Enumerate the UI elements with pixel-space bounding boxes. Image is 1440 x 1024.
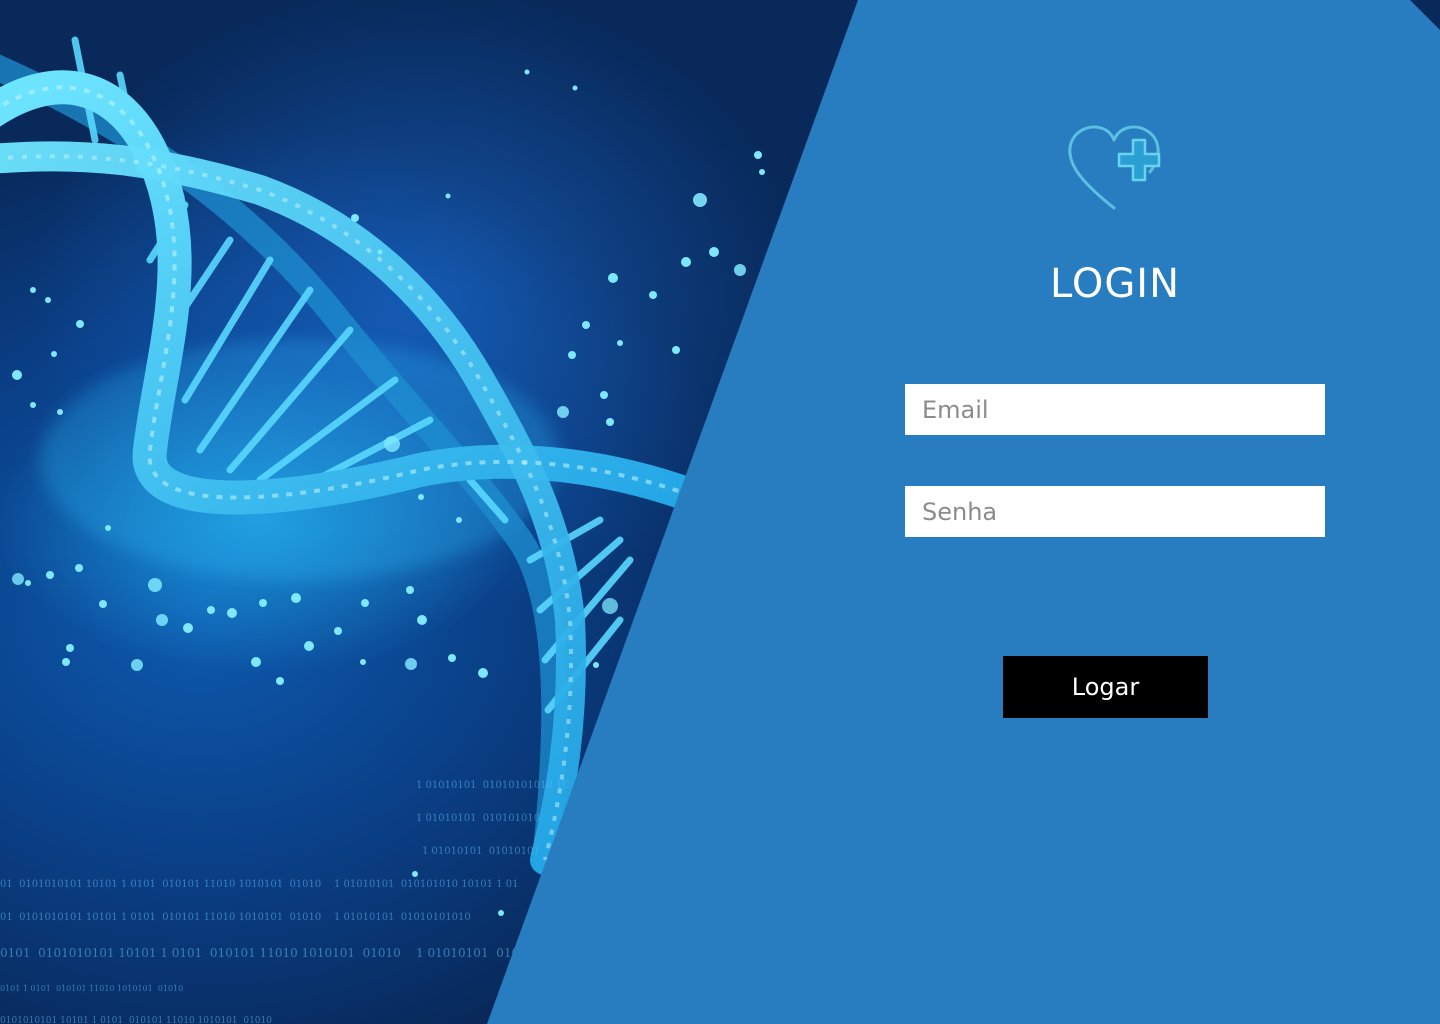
binary-line: 1 01010101 010101010 <box>416 813 541 824</box>
login-page: 1 01010101 01010101010 1C 1 01010101 010… <box>0 0 1440 1024</box>
binary-line: 1 01010101 01010101010 1C <box>416 780 570 791</box>
binary-line: 0101010101 10101 1 0101 010101 11010 101… <box>0 1016 272 1024</box>
login-button[interactable]: Logar <box>1003 656 1208 718</box>
binary-line: 0101 0101010101 10101 1 0101 010101 1101… <box>0 946 520 960</box>
binary-line: 1 01010101 01010101 <box>422 846 540 857</box>
password-field[interactable] <box>905 486 1325 537</box>
binary-line: 0101 1 0101 010101 11010 1010101 01010 <box>0 984 184 993</box>
binary-line: 01 0101010101 10101 1 0101 010101 11010 … <box>0 912 471 923</box>
email-field[interactable] <box>905 384 1325 435</box>
binary-line: 01 0101010101 10101 1 0101 010101 11010 … <box>0 879 519 890</box>
heart-plus-icon <box>1068 125 1161 210</box>
login-title: LOGIN <box>1049 261 1181 307</box>
binary-code-overlay: 1 01010101 01010101010 1C 1 01010101 010… <box>0 758 570 1024</box>
